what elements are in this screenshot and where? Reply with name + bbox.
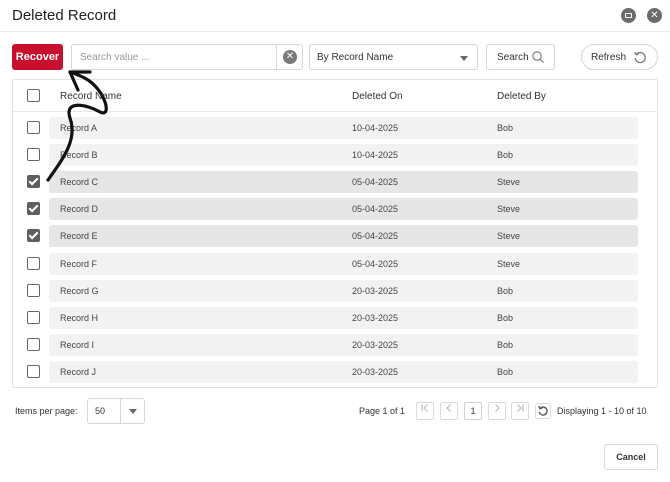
refresh-button-label: Refresh [591,52,627,63]
last-page-icon [517,404,524,412]
refresh-icon [634,51,646,64]
cell-deleted-on: 05-04-2025 [352,204,399,214]
cell-deleted-on: 20-03-2025 [352,313,399,323]
display-info: Displaying 1 - 10 of 10 [557,406,647,416]
cell-deleted-on: 20-03-2025 [352,367,399,377]
cancel-button[interactable]: Cancel [604,444,658,470]
cell-deleted-on: 05-04-2025 [352,231,399,241]
items-per-page-value: 50 [95,406,106,416]
row-checkbox[interactable] [27,229,40,242]
column-header-record-name[interactable]: Record Name [60,91,122,102]
table-row[interactable]: Record H 20-03-2025 Bob [49,307,638,329]
search-by-select[interactable]: By Record Name [309,44,478,70]
cell-deleted-by: Steve [497,204,521,214]
cell-deleted-on: 05-04-2025 [352,177,399,187]
table-row[interactable]: Record B 10-04-2025 Bob [49,144,638,166]
first-page-icon [421,404,428,412]
last-page-button[interactable] [511,402,529,420]
cell-deleted-on: 20-03-2025 [352,340,399,350]
prev-page-button[interactable] [440,402,458,420]
table-row[interactable]: Record I 20-03-2025 Bob [49,334,638,356]
column-header-deleted-on[interactable]: Deleted On [352,91,403,102]
cell-record-name: Record F [60,259,98,269]
cell-record-name: Record G [60,286,99,296]
chevron-right-icon [495,404,500,412]
table-row[interactable]: Record J 20-03-2025 Bob [49,361,638,383]
cell-record-name: Record B [60,150,98,160]
chevron-down-icon [460,56,468,61]
deleted-record-dialog: Deleted Record ✕ Recover ✕ By Record Nam… [0,0,670,482]
first-page-button[interactable] [416,402,434,420]
select-all-checkbox[interactable] [27,89,40,102]
cell-deleted-by: Bob [497,123,514,133]
minimize-icon[interactable] [621,8,636,23]
column-header-deleted-by[interactable]: Deleted By [497,91,546,102]
cell-deleted-by: Steve [497,259,521,269]
search-input[interactable] [72,45,272,69]
items-per-page-label: Items per page: [15,406,78,416]
search-field: ✕ [71,44,303,70]
row-checkbox[interactable] [27,284,40,297]
cell-record-name: Record H [60,313,99,323]
table-header: Record Name Deleted On Deleted By [13,80,657,112]
row-checkbox[interactable] [27,311,40,324]
next-page-button[interactable] [488,402,506,420]
table-row[interactable]: Record A 10-04-2025 Bob [49,117,638,139]
cell-record-name: Record A [60,123,98,133]
table-row[interactable]: Record C 05-04-2025 Steve [49,171,638,193]
search-icon [532,51,544,63]
cell-deleted-on: 05-04-2025 [352,259,399,269]
table-row[interactable]: Record F 05-04-2025 Steve [49,253,638,275]
chevron-down-icon [129,409,137,414]
cell-deleted-by: Steve [497,231,521,241]
items-per-page-select[interactable]: 50 [87,398,145,424]
close-icon[interactable]: ✕ [647,8,662,23]
cell-deleted-by: Steve [497,177,521,187]
cell-record-name: Record I [60,340,95,350]
chevron-left-icon [446,404,451,412]
title-bar: Deleted Record ✕ [0,0,670,32]
recover-button[interactable]: Recover [12,44,63,70]
table-row[interactable]: Record E 05-04-2025 Steve [49,225,638,247]
cell-record-name: Record C [60,177,99,187]
row-checkbox[interactable] [27,121,40,134]
table-row[interactable]: Record G 20-03-2025 Bob [49,280,638,302]
cell-record-name: Record J [60,367,97,377]
current-page-button[interactable]: 1 [464,402,482,420]
search-by-value: By Record Name [317,52,394,63]
page-info: Page 1 of 1 [359,406,406,416]
table-row[interactable]: Record D 05-04-2025 Steve [49,198,638,220]
cell-deleted-by: Bob [497,340,514,350]
cell-deleted-on: 10-04-2025 [352,150,399,160]
search-button-label: Search [497,52,529,63]
search-divider [276,44,277,70]
row-checkbox[interactable] [27,257,40,270]
row-checkbox[interactable] [27,202,40,215]
cell-deleted-by: Bob [497,313,514,323]
cell-record-name: Record D [60,204,99,214]
cell-deleted-on: 10-04-2025 [352,123,399,133]
row-checkbox[interactable] [27,175,40,188]
cell-deleted-by: Bob [497,150,514,160]
row-checkbox[interactable] [27,148,40,161]
refresh-button[interactable]: Refresh [581,44,658,70]
records-table: Record Name Deleted On Deleted By Record… [12,79,658,388]
clear-search-icon[interactable]: ✕ [283,50,297,64]
cell-deleted-on: 20-03-2025 [352,286,399,296]
refresh-page-icon[interactable] [535,403,551,419]
cell-record-name: Record E [60,231,98,241]
row-checkbox[interactable] [27,365,40,378]
select-divider [120,399,121,423]
cell-deleted-by: Bob [497,286,514,296]
cell-deleted-by: Bob [497,367,514,377]
dialog-title: Deleted Record [12,7,117,24]
search-button[interactable]: Search [486,44,555,70]
row-checkbox[interactable] [27,338,40,351]
